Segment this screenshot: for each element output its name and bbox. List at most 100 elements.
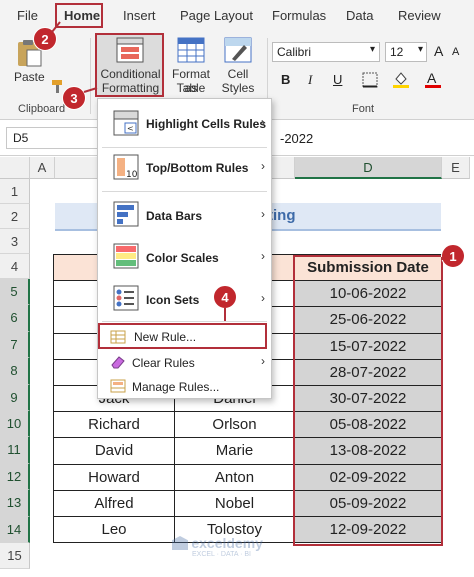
first-name-cell[interactable]: Alfred (53, 489, 175, 517)
step-marker-2: 2 (33, 27, 57, 51)
manage-rules-label: Manage Rules... (132, 380, 220, 394)
row-header[interactable]: 1 (0, 179, 30, 204)
last-name-cell[interactable]: Anton (174, 463, 295, 491)
row-header[interactable]: 11 (0, 437, 30, 464)
clipboard-group-label: Clipboard (18, 103, 66, 115)
tab-review[interactable]: Review (398, 8, 441, 23)
bold-button[interactable]: B (281, 72, 290, 87)
selection-highlight-box (293, 255, 443, 546)
font-name-select[interactable]: Calibri ▾ (272, 42, 380, 62)
row-header[interactable]: 3 (0, 229, 30, 254)
step-marker-1: 1 (441, 244, 465, 268)
menu-item-color-scales[interactable]: Color Scales › (98, 237, 271, 277)
font-color-icon: A (427, 70, 437, 86)
tab-data[interactable]: Data (346, 8, 373, 23)
row-header[interactable]: 2 (0, 204, 30, 229)
underline-button[interactable]: U (333, 72, 342, 87)
conditional-formatting-button[interactable]: Conditional Formatting (95, 33, 164, 97)
row-header[interactable]: 14 (0, 516, 30, 543)
top-bottom-icon: 10 (113, 154, 139, 180)
column-header-d[interactable]: D (295, 157, 442, 179)
menu-item-icon-sets[interactable]: Icon Sets › (98, 279, 271, 319)
menu-separator (102, 191, 267, 192)
italic-button[interactable]: I (308, 72, 312, 88)
row-header[interactable]: 13 (0, 490, 30, 517)
row-header[interactable]: 6 (0, 305, 30, 332)
row-header[interactable]: 8 (0, 358, 30, 385)
conditional-formatting-label-2: Formatting (101, 81, 160, 95)
row-header[interactable]: 15 (0, 543, 30, 570)
color-scales-icon (113, 243, 139, 269)
menu-item-new-rule[interactable]: New Rule... (98, 323, 267, 349)
grow-font-icon[interactable]: A (434, 43, 443, 59)
first-name-cell[interactable]: Richard (53, 411, 175, 439)
menu-label: Color Scales (146, 251, 219, 265)
clear-rules-label: Clear Rules (132, 356, 195, 370)
icon-sets-icon (113, 285, 139, 311)
fill-color-icon[interactable] (392, 70, 410, 88)
column-header-e[interactable]: E (442, 157, 470, 179)
row-header[interactable]: 5 (0, 279, 30, 306)
new-rule-label: New Rule... (134, 330, 197, 344)
conditional-formatting-menu: < Highlight Cells Rules › 10 Top/Bottom … (97, 98, 272, 399)
tab-file[interactable]: File (17, 8, 38, 23)
font-group-label: Font (352, 103, 375, 115)
step-marker-4: 4 (213, 285, 237, 309)
chevron-right-icon: › (261, 115, 265, 129)
format-as-table-label-2: Table (176, 81, 206, 95)
name-box[interactable]: D5 (6, 127, 106, 149)
menu-separator (102, 147, 267, 148)
cell-styles-label-1: Cell (227, 67, 249, 81)
conditional-formatting-label-1: Conditional (100, 67, 161, 81)
highlight-cells-icon: < (113, 110, 139, 136)
menu-item-highlight-cells-rules[interactable]: < Highlight Cells Rules › (98, 105, 271, 143)
row-header[interactable]: 9 (0, 384, 30, 411)
row-header[interactable]: 10 (0, 411, 30, 438)
menu-label: Top/Bottom Rules (146, 161, 249, 175)
font-color-button[interactable]: A (425, 69, 441, 89)
tab-formulas[interactable]: Formulas (272, 8, 326, 23)
ribbon-tab-bar: File Home Insert Page Layout Formulas Da… (0, 0, 474, 32)
font-size-value: 12 (390, 45, 404, 59)
last-name-cell[interactable]: Marie (174, 437, 295, 465)
font-name-value: Calibri (277, 45, 312, 59)
menu-item-clear-rules[interactable]: Clear Rules › (98, 351, 271, 373)
menu-item-data-bars[interactable]: Data Bars › (98, 195, 271, 235)
row-header[interactable]: 4 (0, 254, 30, 279)
row-header[interactable]: 7 (0, 331, 30, 359)
font-size-select[interactable]: 12 ▾ (385, 42, 427, 62)
shrink-font-icon[interactable]: A (452, 46, 459, 58)
last-name-cell[interactable]: Nobel (174, 489, 295, 517)
first-name-cell[interactable]: Leo (53, 515, 175, 544)
chevron-right-icon: › (261, 354, 265, 368)
data-bars-icon (113, 201, 139, 227)
svg-text:<: < (127, 124, 134, 133)
manage-rules-icon (110, 379, 126, 393)
column-header-a[interactable]: A (30, 157, 55, 179)
tab-page-layout[interactable]: Page Layout (180, 8, 253, 23)
exceldemy-watermark: exceldemy EXCEL · DATA · BI (172, 535, 263, 558)
menu-label: Icon Sets (146, 293, 200, 307)
chevron-right-icon: › (261, 159, 265, 173)
chevron-down-icon: ▾ (369, 44, 375, 55)
row-header[interactable]: 12 (0, 463, 30, 491)
menu-item-manage-rules[interactable]: Manage Rules... (98, 375, 271, 397)
menu-label: Highlight Cells Rules (146, 117, 267, 131)
borders-icon[interactable] (362, 72, 378, 88)
paste-label: Paste (14, 70, 45, 84)
step-marker-3: 3 (62, 86, 86, 110)
formula-input[interactable]: -2022 (280, 131, 313, 146)
conditional-formatting-icon (116, 37, 144, 63)
select-all-corner[interactable] (0, 157, 30, 179)
first-name-cell[interactable]: Howard (53, 463, 175, 491)
tab-insert[interactable]: Insert (123, 8, 156, 23)
first-name-cell[interactable]: David (53, 437, 175, 465)
tab-home[interactable]: Home (64, 8, 100, 23)
cell-styles-button[interactable]: Cell Styles (216, 35, 260, 97)
svg-text:10: 10 (126, 170, 138, 180)
format-as-table-button[interactable]: Format as Table (166, 35, 216, 97)
chevron-right-icon: › (261, 207, 265, 221)
menu-item-top-bottom-rules[interactable]: 10 Top/Bottom Rules › (98, 149, 271, 187)
last-name-cell[interactable]: Orlson (174, 411, 295, 439)
format-table-icon (177, 37, 205, 63)
